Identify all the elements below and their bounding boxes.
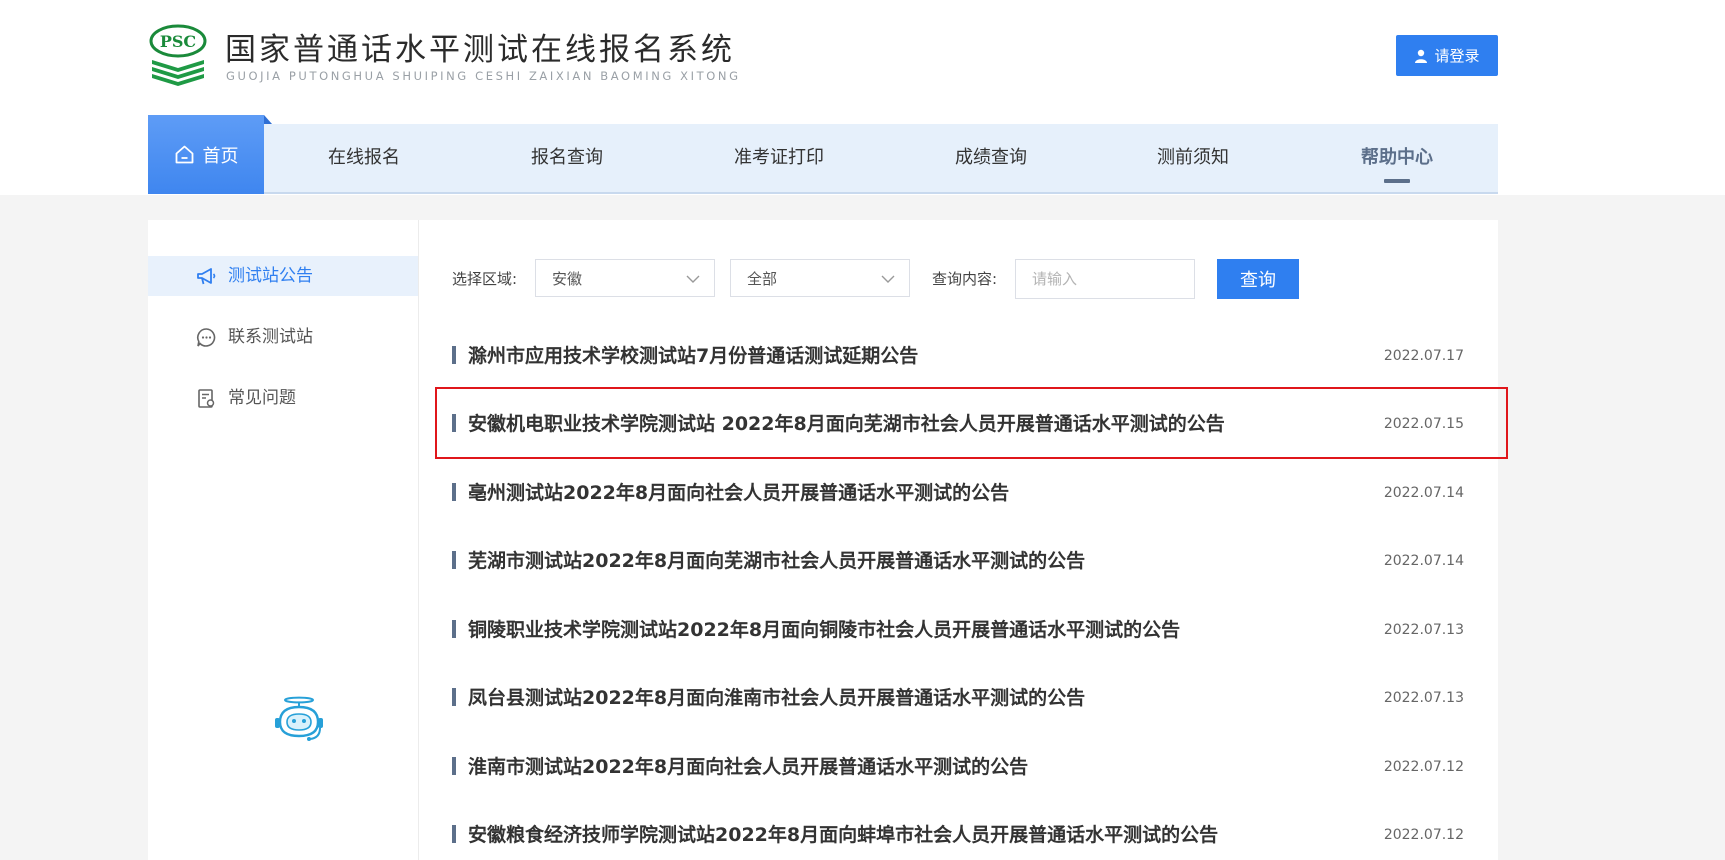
nav-item-home[interactable]: 首页 bbox=[148, 115, 272, 194]
site-subtitle: GUOJIA PUTONGHUA SHUIPING CESHI ZAIXIAN … bbox=[226, 69, 741, 83]
list-item-title: 芜湖市测试站2022年8月面向芜湖市社会人员开展普通话水平测试的公告 bbox=[468, 550, 1086, 572]
login-label: 请登录 bbox=[1434, 47, 1480, 65]
list-item-title: 安徽粮食经济技师学院测试站2022年8月面向蚌埠市社会人员开展普通话水平测试的公… bbox=[468, 824, 1219, 846]
list-item-title: 淮南市测试站2022年8月面向社会人员开展普通话水平测试的公告 bbox=[468, 756, 1029, 778]
sidebar-item-label: 常见问题 bbox=[228, 388, 296, 408]
sidebar-item-station-notices[interactable]: 测试站公告 bbox=[148, 256, 418, 296]
psc-logo-icon: PSC bbox=[149, 24, 207, 86]
region-select[interactable]: 安徽 bbox=[535, 259, 715, 297]
list-item-title: 铜陵职业技术学院测试站2022年8月面向铜陵市社会人员开展普通话水平测试的公告 bbox=[468, 619, 1181, 641]
list-item[interactable]: 铜陵职业技术学院测试站2022年8月面向铜陵市社会人员开展普通话水平测试的公告 … bbox=[452, 610, 1464, 650]
scope-select[interactable]: 全部 bbox=[730, 259, 910, 297]
megaphone-icon bbox=[197, 268, 216, 285]
list-item-title: 亳州测试站2022年8月面向社会人员开展普通话水平测试的公告 bbox=[468, 482, 1010, 504]
nav-item-help-center[interactable]: 帮助中心 bbox=[1361, 124, 1433, 192]
document-icon bbox=[198, 389, 215, 408]
list-item-date: 2022.07.12 bbox=[1383, 827, 1464, 843]
list-item[interactable]: 安徽机电职业技术学院测试站 2022年8月面向芜湖市社会人员开展普通话水平测试的… bbox=[452, 404, 1464, 444]
chevron-down-icon bbox=[686, 275, 700, 283]
list-bullet bbox=[452, 346, 456, 364]
nav-home-label: 首页 bbox=[202, 145, 239, 167]
region-select-value: 安徽 bbox=[552, 270, 583, 288]
logo-text: PSC bbox=[160, 32, 196, 51]
query-label: 查询内容: bbox=[932, 270, 998, 288]
site-title: 国家普通话水平测试在线报名系统 bbox=[225, 32, 735, 68]
nav-item-admission-print[interactable]: 准考证打印 bbox=[734, 124, 824, 192]
nav-help-label: 帮助中心 bbox=[1361, 147, 1433, 168]
list-item-title: 滁州市应用技术学校测试站7月份普通话测试延期公告 bbox=[468, 345, 919, 367]
list-item[interactable]: 亳州测试站2022年8月面向社会人员开展普通话水平测试的公告 2022.07.1… bbox=[452, 473, 1464, 513]
scope-select-value: 全部 bbox=[747, 270, 778, 288]
search-input[interactable] bbox=[1015, 259, 1195, 299]
user-icon bbox=[1415, 49, 1428, 63]
login-button[interactable]: 请登录 bbox=[1396, 35, 1498, 76]
main-nav: 首页 在线报名 报名查询 准考证打印 成绩查询 测前须知 帮助中心 bbox=[148, 115, 1498, 194]
robot-icon[interactable] bbox=[270, 694, 328, 742]
list-bullet bbox=[452, 414, 456, 432]
list-item[interactable]: 凤台县测试站2022年8月面向淮南市社会人员开展普通话水平测试的公告 2022.… bbox=[452, 678, 1464, 718]
sidebar-item-label: 测试站公告 bbox=[228, 266, 313, 286]
nav-item-registration-query[interactable]: 报名查询 bbox=[531, 124, 603, 192]
nav-item-pretest-notice[interactable]: 测前须知 bbox=[1157, 124, 1229, 192]
list-item-date: 2022.07.12 bbox=[1383, 759, 1464, 775]
list-bullet bbox=[452, 825, 456, 843]
region-label: 选择区域: bbox=[452, 270, 518, 288]
sidebar-item-label: 联系测试站 bbox=[228, 327, 313, 347]
list-item-date: 2022.07.14 bbox=[1383, 485, 1464, 501]
list-bullet bbox=[452, 620, 456, 638]
chat-icon bbox=[197, 328, 216, 347]
list-bullet bbox=[452, 483, 456, 501]
list-item[interactable]: 淮南市测试站2022年8月面向社会人员开展普通话水平测试的公告 2022.07.… bbox=[452, 747, 1464, 787]
list-item[interactable]: 安徽粮食经济技师学院测试站2022年8月面向蚌埠市社会人员开展普通话水平测试的公… bbox=[452, 815, 1464, 855]
list-bullet bbox=[452, 757, 456, 775]
list-bullet bbox=[452, 688, 456, 706]
list-item[interactable]: 芜湖市测试站2022年8月面向芜湖市社会人员开展普通话水平测试的公告 2022.… bbox=[452, 541, 1464, 581]
chevron-down-icon bbox=[881, 275, 895, 283]
list-item-date: 2022.07.15 bbox=[1383, 416, 1464, 432]
sidebar: 测试站公告 联系测试站 常见问题 bbox=[148, 220, 419, 860]
query-button[interactable]: 查询 bbox=[1217, 259, 1299, 299]
list-item-date: 2022.07.17 bbox=[1383, 348, 1464, 364]
list-item-title: 安徽机电职业技术学院测试站 2022年8月面向芜湖市社会人员开展普通话水平测试的… bbox=[468, 413, 1225, 435]
sidebar-item-contact-station[interactable]: 联系测试站 bbox=[148, 317, 418, 357]
list-item-date: 2022.07.13 bbox=[1383, 622, 1464, 638]
nav-item-score-query[interactable]: 成绩查询 bbox=[955, 124, 1027, 192]
list-item-date: 2022.07.14 bbox=[1383, 553, 1464, 569]
content-card: 测试站公告 联系测试站 常见问题 选择区域: 安徽 全部 查询内容: 请输入 查… bbox=[148, 220, 1498, 860]
nav-active-underline bbox=[1384, 179, 1410, 183]
list-item[interactable]: 滁州市应用技术学校测试站7月份普通话测试延期公告 2022.07.17 bbox=[452, 336, 1464, 376]
list-bullet bbox=[452, 551, 456, 569]
list-item-date: 2022.07.13 bbox=[1383, 690, 1464, 706]
home-icon bbox=[175, 145, 193, 164]
nav-item-online-registration[interactable]: 在线报名 bbox=[328, 124, 400, 192]
list-item-title: 凤台县测试站2022年8月面向淮南市社会人员开展普通话水平测试的公告 bbox=[468, 687, 1086, 709]
sidebar-item-faq[interactable]: 常见问题 bbox=[148, 378, 418, 418]
